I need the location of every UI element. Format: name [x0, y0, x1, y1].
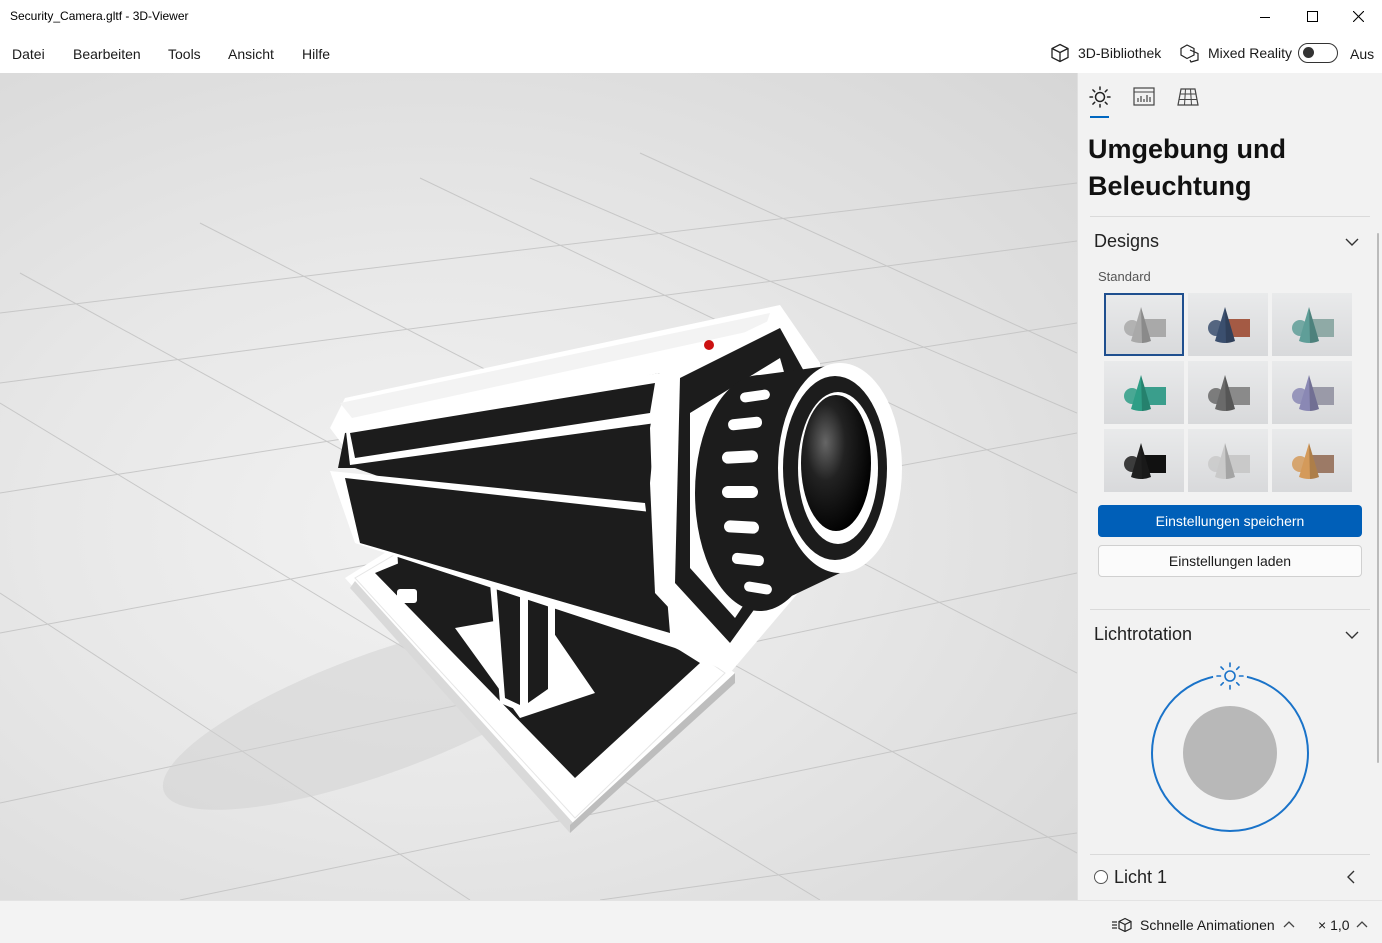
- menu-item-datei[interactable]: Datei: [12, 46, 45, 62]
- theme-preview-icon: [1124, 443, 1166, 479]
- 3d-library-button[interactable]: 3D-Bibliothek: [1050, 42, 1161, 64]
- theme-preview-icon: [1208, 443, 1250, 479]
- design-theme-7[interactable]: [1104, 429, 1184, 492]
- panel-title: Umgebung und Beleuchtung: [1088, 134, 1286, 201]
- grid-icon: [1177, 88, 1199, 106]
- light1-row[interactable]: Licht 1: [1094, 867, 1364, 891]
- theme-preview-icon: [1292, 443, 1334, 479]
- viewport-scene: [0, 152, 1077, 900]
- chevron-down-icon[interactable]: [1344, 627, 1360, 643]
- minimize-button[interactable]: [1242, 0, 1288, 33]
- design-theme-9[interactable]: [1272, 429, 1352, 492]
- divider: [1090, 854, 1370, 855]
- close-icon: [1352, 11, 1364, 22]
- light-rotation-dial[interactable]: [1148, 658, 1318, 833]
- sun-icon: [1089, 86, 1111, 108]
- speed-label: × 1,0: [1318, 917, 1350, 933]
- toggle-knob: [1303, 47, 1314, 58]
- design-theme-5[interactable]: [1188, 361, 1268, 424]
- design-theme-8[interactable]: [1188, 429, 1268, 492]
- indicator-led: [704, 340, 714, 350]
- maximize-icon: [1306, 11, 1318, 22]
- menu-bar: Datei Bearbeiten Tools Ansicht Hilfe 3D-…: [0, 33, 1382, 73]
- chevron-up-icon: [1283, 921, 1295, 928]
- design-theme-3[interactable]: [1272, 293, 1352, 356]
- menu-item-hilfe[interactable]: Hilfe: [302, 46, 330, 62]
- environment-panel: Umgebung und Beleuchtung Designs Standar…: [1077, 73, 1382, 900]
- designs-heading: Designs: [1094, 231, 1160, 251]
- chevron-left-icon[interactable]: [1344, 869, 1358, 885]
- theme-preview-icon: [1124, 375, 1166, 411]
- tab-grid[interactable]: [1176, 85, 1200, 109]
- design-theme-1[interactable]: [1104, 293, 1184, 356]
- mixed-reality-state: Aus: [1350, 46, 1375, 62]
- theme-preview-icon: [1208, 375, 1250, 411]
- animations-label: Schnelle Animationen: [1140, 917, 1275, 933]
- close-button[interactable]: [1335, 0, 1381, 33]
- status-bar: Schnelle Animationen × 1,0: [0, 900, 1382, 943]
- menu-item-ansicht[interactable]: Ansicht: [228, 46, 274, 62]
- dial-sphere: [1183, 706, 1277, 800]
- mixed-reality-toggle[interactable]: [1298, 43, 1338, 63]
- stats-icon: [1133, 87, 1155, 106]
- speed-button[interactable]: × 1,0: [1318, 916, 1368, 934]
- light1-radio[interactable]: [1094, 870, 1108, 884]
- design-theme-6[interactable]: [1272, 361, 1352, 424]
- light-handle-sun-icon[interactable]: [1213, 659, 1247, 693]
- divider: [1090, 609, 1370, 610]
- tab-statistics[interactable]: [1132, 85, 1156, 109]
- theme-preview-icon: [1292, 375, 1334, 411]
- menu-item-bearbeiten[interactable]: Bearbeiten: [73, 46, 141, 62]
- mixed-reality-label: Mixed Reality: [1208, 45, 1293, 61]
- menu-item-tools[interactable]: Tools: [168, 46, 201, 62]
- tab-environment[interactable]: [1088, 85, 1112, 109]
- cube-icon: [1051, 43, 1069, 63]
- animation-cube-icon: [1112, 917, 1132, 933]
- panel-scrollbar[interactable]: [1377, 233, 1379, 763]
- theme-preview-icon: [1124, 307, 1166, 343]
- minimize-icon: [1260, 16, 1270, 18]
- save-settings-button[interactable]: Einstellungen speichern: [1098, 505, 1362, 537]
- load-settings-button[interactable]: Einstellungen laden: [1098, 545, 1362, 577]
- theme-preview-icon: [1208, 307, 1250, 343]
- light1-label: Licht 1: [1114, 867, 1168, 887]
- chevron-up-icon: [1356, 921, 1367, 928]
- designs-subheading: Standard: [1098, 269, 1151, 284]
- 3d-library-label: 3D-Bibliothek: [1078, 45, 1162, 61]
- light-rotation-heading: Lichtrotation: [1094, 624, 1193, 644]
- animations-button[interactable]: Schnelle Animationen: [1112, 916, 1295, 934]
- chevron-down-icon[interactable]: [1344, 234, 1360, 250]
- active-tab-indicator: [1090, 116, 1109, 118]
- theme-preview-icon: [1292, 307, 1334, 343]
- 3d-viewport[interactable]: [0, 73, 1077, 900]
- mixed-reality-icon: [1180, 44, 1199, 63]
- design-theme-4[interactable]: [1104, 361, 1184, 424]
- divider: [1090, 216, 1370, 217]
- design-theme-2[interactable]: [1188, 293, 1268, 356]
- window-title: Security_Camera.gltf - 3D-Viewer: [10, 9, 189, 23]
- title-bar: Security_Camera.gltf - 3D-Viewer: [0, 0, 1382, 33]
- design-themes-grid: [1104, 293, 1352, 493]
- mixed-reality-button[interactable]: Mixed Reality: [1180, 42, 1292, 64]
- maximize-button[interactable]: [1289, 0, 1335, 33]
